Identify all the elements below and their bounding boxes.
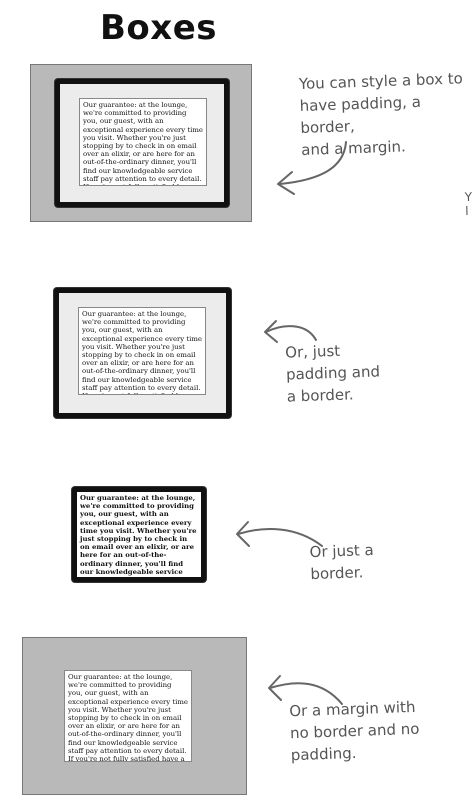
arrow-1-icon — [277, 141, 347, 195]
annotation-cut-off: Y l — [464, 189, 473, 219]
arrow-3-icon — [236, 521, 323, 547]
example-margin-only-box: Our guarantee: at the lounge, we're comm… — [22, 637, 247, 795]
page-title: Boxes — [100, 8, 218, 48]
example-padding-border-box: Our guarantee: at the lounge, we're comm… — [54, 288, 231, 418]
content-area: Our guarantee: at the lounge, we're comm… — [64, 670, 192, 762]
border-area: Our guarantee: at the lounge, we're comm… — [55, 79, 229, 207]
example-border-only-box: Our guarantee: at the lounge, we're comm… — [72, 487, 206, 582]
content-area: Our guarantee: at the lounge, we're comm… — [79, 98, 207, 186]
example-full-box: Our guarantee: at the lounge, we're comm… — [30, 64, 252, 222]
content-area: Our guarantee: at the lounge, we're comm… — [77, 492, 201, 577]
arrow-2-icon — [264, 320, 317, 343]
content-area: Our guarantee: at the lounge, we're comm… — [78, 307, 206, 395]
arrow-4-icon — [268, 675, 343, 705]
